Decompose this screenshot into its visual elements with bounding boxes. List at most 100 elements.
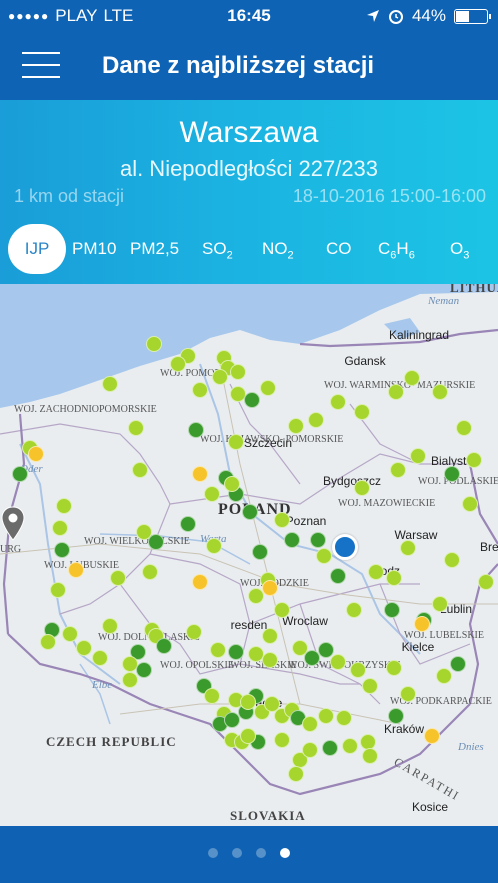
station-marker[interactable] [400, 686, 416, 702]
station-marker[interactable] [68, 562, 84, 578]
station-marker[interactable] [210, 642, 226, 658]
page-dot[interactable] [208, 848, 218, 858]
station-marker[interactable] [288, 766, 304, 782]
station-marker[interactable] [330, 654, 346, 670]
station-marker[interactable] [368, 564, 384, 580]
station-marker[interactable] [228, 434, 244, 450]
station-marker[interactable] [244, 392, 260, 408]
station-marker[interactable] [212, 369, 228, 385]
station-marker[interactable] [186, 624, 202, 640]
station-marker[interactable] [362, 678, 378, 694]
station-marker[interactable] [262, 628, 278, 644]
station-marker[interactable] [466, 452, 482, 468]
station-marker[interactable] [192, 574, 208, 590]
tab-co[interactable]: CO [326, 224, 352, 274]
station-marker[interactable] [274, 732, 290, 748]
station-marker[interactable] [444, 466, 460, 482]
station-marker[interactable] [40, 634, 56, 650]
station-marker[interactable] [262, 580, 278, 596]
station-marker[interactable] [400, 540, 416, 556]
station-marker[interactable] [450, 656, 466, 672]
station-marker[interactable] [230, 364, 246, 380]
station-marker[interactable] [316, 548, 332, 564]
tab-c6h6[interactable]: C6H6 [378, 224, 415, 274]
station-marker[interactable] [284, 532, 300, 548]
station-marker[interactable] [390, 462, 406, 478]
station-marker[interactable] [354, 480, 370, 496]
station-marker[interactable] [224, 476, 240, 492]
station-marker[interactable] [318, 708, 334, 724]
station-marker[interactable] [192, 466, 208, 482]
station-marker[interactable] [424, 728, 440, 744]
station-marker[interactable] [142, 564, 158, 580]
station-marker[interactable] [302, 716, 318, 732]
station-marker[interactable] [388, 708, 404, 724]
station-marker[interactable] [136, 662, 152, 678]
station-marker[interactable] [50, 582, 66, 598]
station-marker[interactable] [384, 602, 400, 618]
station-marker[interactable] [288, 418, 304, 434]
page-dot[interactable] [280, 848, 290, 858]
station-marker[interactable] [248, 588, 264, 604]
station-marker[interactable] [260, 380, 276, 396]
station-marker[interactable] [456, 420, 472, 436]
station-marker[interactable] [188, 422, 204, 438]
tab-no2[interactable]: NO2 [262, 224, 294, 274]
station-marker[interactable] [28, 446, 44, 462]
station-marker[interactable] [478, 574, 494, 590]
station-marker[interactable] [102, 618, 118, 634]
station-marker[interactable] [54, 542, 70, 558]
tab-pm10[interactable]: PM10 [72, 224, 116, 274]
station-marker[interactable] [330, 568, 346, 584]
page-dot[interactable] [232, 848, 242, 858]
tab-pm25[interactable]: PM2,5 [130, 224, 179, 274]
current-location-marker[interactable] [332, 534, 358, 560]
station-marker[interactable] [204, 486, 220, 502]
station-marker[interactable] [228, 644, 244, 660]
station-marker[interactable] [240, 728, 256, 744]
station-marker[interactable] [436, 668, 452, 684]
station-marker[interactable] [310, 532, 326, 548]
station-marker[interactable] [52, 520, 68, 536]
station-marker[interactable] [102, 376, 118, 392]
station-marker[interactable] [342, 738, 358, 754]
station-marker[interactable] [240, 694, 256, 710]
page-dot[interactable] [256, 848, 266, 858]
station-marker[interactable] [206, 538, 222, 554]
tab-ijp[interactable]: IJP [8, 224, 66, 274]
station-marker[interactable] [330, 394, 346, 410]
station-marker[interactable] [274, 512, 290, 528]
station-marker[interactable] [444, 552, 460, 568]
map-pin-icon[interactable] [0, 506, 26, 542]
station-marker[interactable] [386, 660, 402, 676]
station-marker[interactable] [308, 412, 324, 428]
station-marker[interactable] [362, 748, 378, 764]
station-marker[interactable] [346, 602, 362, 618]
station-marker[interactable] [432, 384, 448, 400]
station-marker[interactable] [128, 420, 144, 436]
station-marker[interactable] [410, 448, 426, 464]
station-marker[interactable] [76, 640, 92, 656]
station-marker[interactable] [302, 742, 318, 758]
station-marker[interactable] [146, 336, 162, 352]
station-marker[interactable] [242, 504, 258, 520]
menu-button[interactable] [22, 52, 60, 80]
station-marker[interactable] [132, 462, 148, 478]
tab-so2[interactable]: SO2 [202, 224, 233, 274]
station-marker[interactable] [192, 382, 208, 398]
station-marker[interactable] [354, 404, 370, 420]
station-marker[interactable] [274, 602, 290, 618]
station-marker[interactable] [148, 534, 164, 550]
station-marker[interactable] [110, 570, 126, 586]
station-marker[interactable] [56, 498, 72, 514]
station-marker[interactable] [180, 516, 196, 532]
station-marker[interactable] [388, 384, 404, 400]
tab-o3[interactable]: O3 [450, 224, 469, 274]
station-marker[interactable] [156, 638, 172, 654]
station-marker[interactable] [204, 688, 220, 704]
station-marker[interactable] [322, 740, 338, 756]
station-marker[interactable] [462, 496, 478, 512]
station-marker[interactable] [262, 652, 278, 668]
station-marker[interactable] [252, 544, 268, 560]
station-marker[interactable] [12, 466, 28, 482]
